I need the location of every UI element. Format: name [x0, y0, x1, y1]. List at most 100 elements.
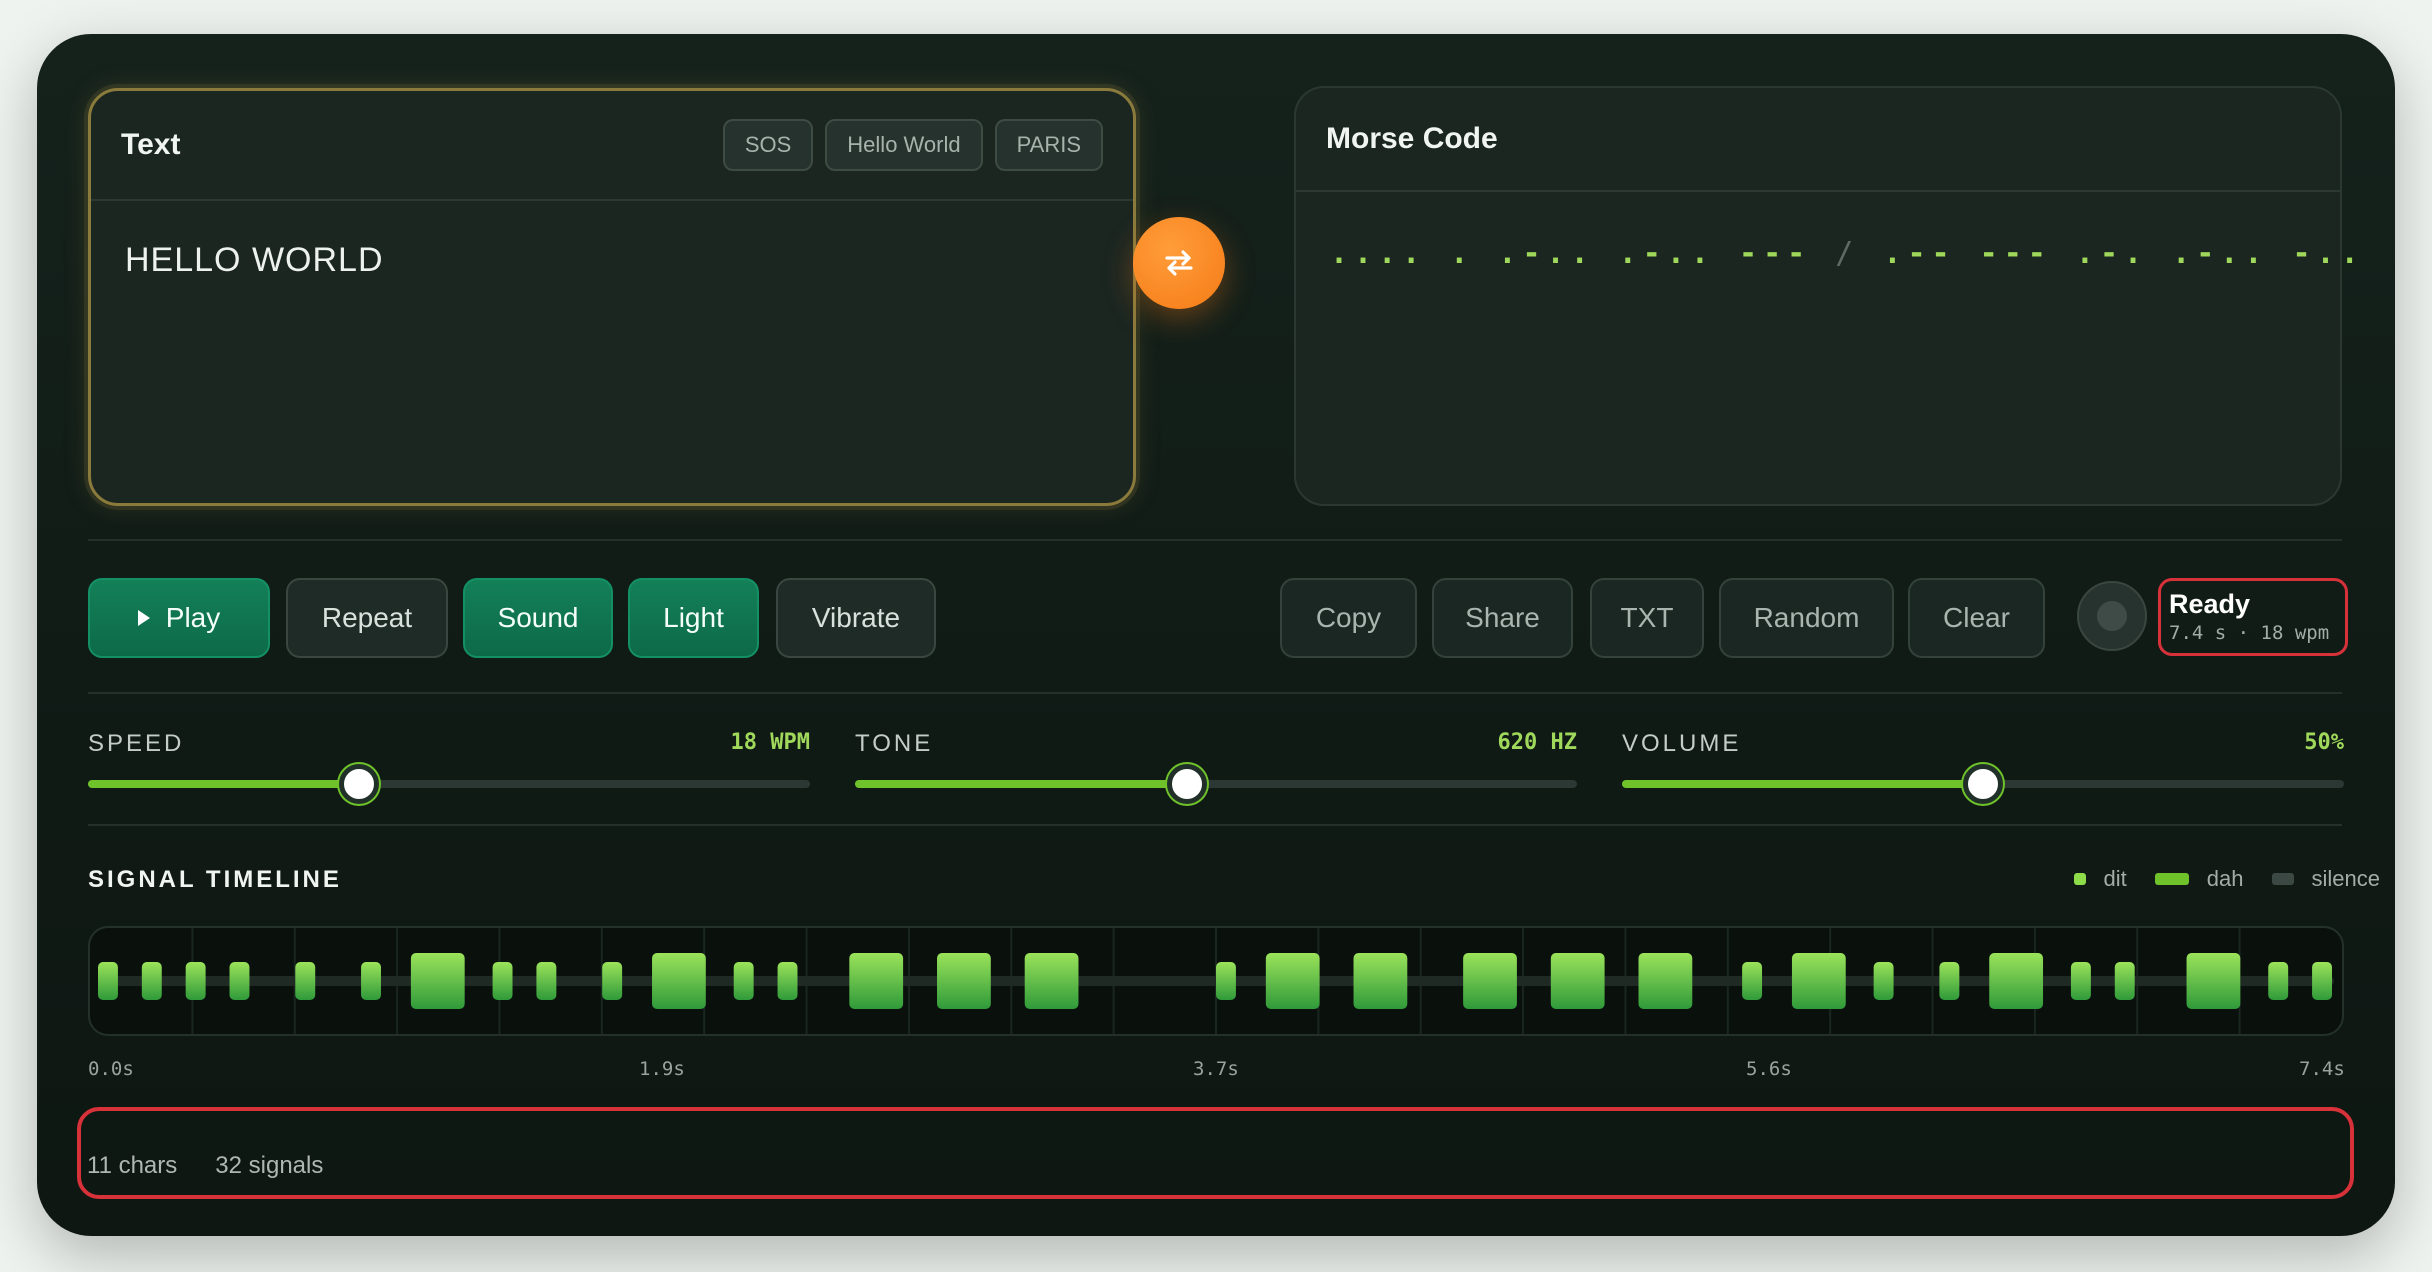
sound-toggle[interactable]: Sound [463, 578, 613, 658]
legend-silence-label: silence [2311, 866, 2380, 891]
speed-track[interactable] [88, 764, 810, 804]
text-panel-header: Text SOS Hello World PARIS [91, 91, 1133, 201]
dit-signal [1742, 962, 1763, 1000]
tone-thumb[interactable] [1167, 764, 1208, 804]
morse-panel-header: Morse Code [1296, 88, 2340, 192]
divider [88, 539, 2342, 541]
dit-signal [536, 962, 557, 1000]
divider [88, 692, 2342, 694]
word-separator: / [1811, 236, 1884, 271]
volume-fill [1622, 780, 1983, 788]
dit-signal [2268, 962, 2289, 1000]
dit-signal [295, 962, 316, 1000]
dit-signal [2312, 962, 2332, 1000]
volume-label: VOLUME [1622, 730, 1742, 757]
indicator-dot-icon [2097, 601, 2127, 631]
tone-slider: TONE 620 HZ [855, 730, 1577, 804]
dah-signal [1989, 953, 2044, 1009]
axis-label: 5.6s [1746, 1058, 1792, 1080]
vibrate-toggle[interactable]: Vibrate [776, 578, 936, 658]
speed-fill [88, 780, 359, 788]
dah-swatch-icon [2154, 873, 2189, 885]
dit-signal [2070, 962, 2091, 1000]
status-subtitle: 7.4 s · 18 wpm [2169, 622, 2330, 644]
dah-signal [1265, 953, 1320, 1009]
dah-signal [849, 953, 904, 1009]
clear-button[interactable]: Clear [1908, 578, 2045, 658]
footer-highlight [77, 1107, 2354, 1199]
silence-swatch-icon [2271, 873, 2294, 885]
dit-signal [492, 962, 513, 1000]
timeline-legend: dit dah silence [2064, 866, 2380, 892]
light-indicator [2077, 581, 2147, 651]
speed-value: 18 WPM [730, 730, 810, 755]
speed-label: SPEED [88, 730, 185, 757]
play-icon [137, 610, 150, 626]
share-button[interactable]: Share [1432, 578, 1573, 658]
txt-button[interactable]: TXT [1590, 578, 1704, 658]
signal-count: 32 signals [215, 1152, 324, 1179]
text-input[interactable]: HELLO WORLD [91, 201, 1133, 320]
timeline-canvas [98, 928, 2334, 1034]
volume-slider: VOLUME 50% [1622, 730, 2344, 804]
preset-buttons: SOS Hello World PARIS [722, 119, 1103, 171]
legend-silence: silence [2271, 866, 2380, 892]
dah-signal [937, 953, 991, 1009]
dit-signal [777, 962, 798, 1000]
volume-track[interactable] [1622, 764, 2344, 804]
char-count: 11 chars [87, 1152, 178, 1179]
dit-signal [602, 962, 623, 1000]
dit-signal [141, 962, 162, 1000]
speed-slider: SPEED 18 WPM [88, 730, 810, 804]
dit-signal [1939, 962, 1960, 1000]
dah-signal [1463, 953, 1517, 1009]
swap-arrows-icon [1165, 250, 1193, 276]
dah-signal [1638, 953, 1693, 1009]
divider [88, 824, 2342, 826]
axis-label: 3.7s [1193, 1058, 1239, 1080]
preset-hello-world-button[interactable]: Hello World [825, 119, 983, 171]
dah-signal [1024, 953, 1079, 1009]
tone-track[interactable] [855, 764, 1577, 804]
dit-signal [1216, 962, 1236, 1000]
dit-signal [229, 962, 250, 1000]
play-button[interactable]: Play [88, 578, 270, 658]
dit-signal [2114, 962, 2135, 1000]
dit-signal [185, 962, 206, 1000]
preset-paris-button[interactable]: PARIS [994, 119, 1103, 171]
dit-signal [361, 962, 381, 1000]
morse-panel-title: Morse Code [1326, 122, 1498, 155]
dit-signal [1873, 962, 1894, 1000]
dah-signal [652, 953, 706, 1009]
preset-sos-button[interactable]: SOS [722, 119, 814, 171]
tone-fill [855, 780, 1188, 788]
play-label: Play [165, 602, 221, 633]
random-button[interactable]: Random [1719, 578, 1894, 658]
speed-thumb[interactable] [338, 764, 379, 804]
volume-value: 50% [2304, 730, 2344, 755]
dah-signal [2186, 953, 2241, 1009]
volume-thumb[interactable] [1963, 764, 2003, 804]
footer-stats: 11 chars 32 signals [87, 1152, 323, 1180]
text-panel: Text SOS Hello World PARIS HELLO WORLD [88, 88, 1136, 506]
legend-dah: dah [2154, 866, 2244, 892]
axis-label: 0.0s [88, 1058, 134, 1080]
legend-dah-label: dah [2206, 866, 2244, 891]
legend-dit-label: dit [2103, 866, 2127, 891]
tone-label: TONE [855, 730, 934, 757]
dah-signal [1353, 953, 1408, 1009]
signal-timeline[interactable] [88, 926, 2344, 1036]
swap-button[interactable] [1133, 217, 1225, 309]
copy-button[interactable]: Copy [1280, 578, 1417, 658]
status-box: Ready 7.4 s · 18 wpm [2158, 578, 2348, 656]
morse-output[interactable]: .... . .-.. .-.. --- / .-- --- .-. .-.. … [1296, 192, 2359, 315]
text-panel-title: Text [121, 128, 181, 161]
timeline-title: SIGNAL TIMELINE [88, 866, 342, 893]
repeat-button[interactable]: Repeat [286, 578, 448, 658]
light-toggle[interactable]: Light [628, 578, 759, 658]
legend-dit: dit [2073, 866, 2127, 892]
dah-signal [1791, 953, 1846, 1009]
status-title: Ready [2169, 589, 2251, 619]
axis-label: 1.9s [639, 1058, 685, 1080]
dah-signal [410, 953, 465, 1009]
